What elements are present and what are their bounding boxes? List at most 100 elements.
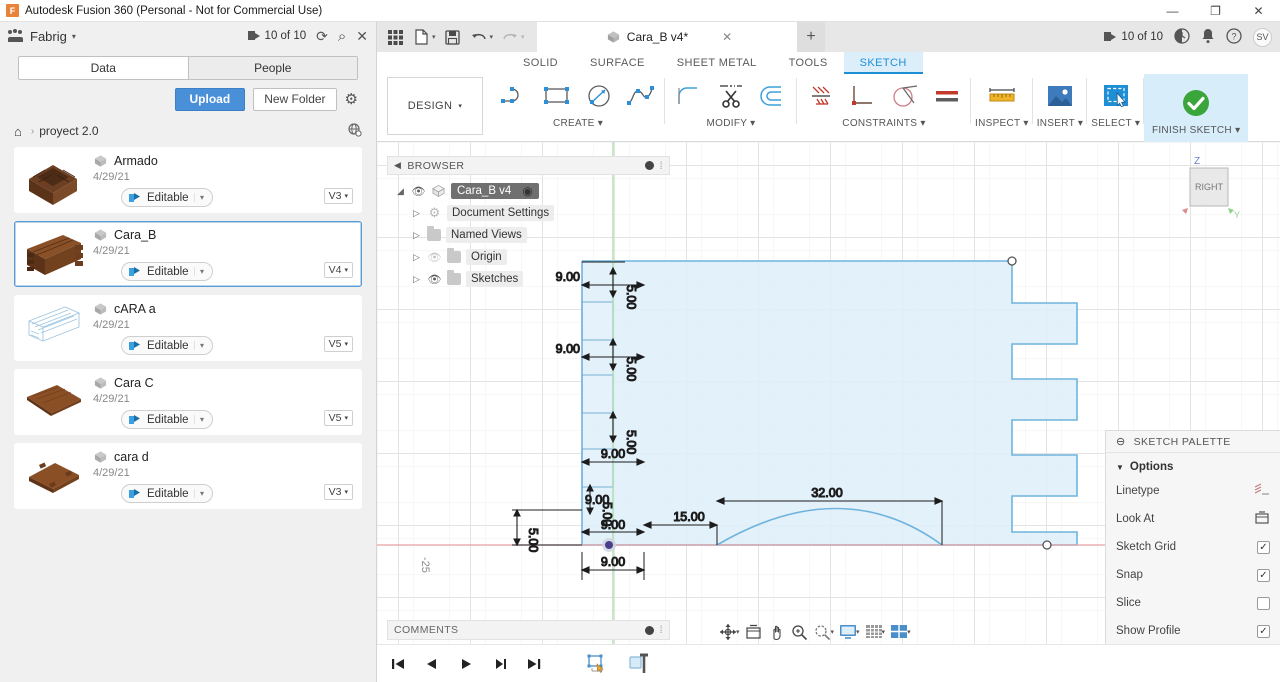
ribbon-group-label[interactable]: INSPECT ▾ (975, 118, 1029, 129)
avatar[interactable]: SV (1253, 27, 1272, 47)
workspace-selector[interactable]: DESIGN ▾ (387, 77, 483, 135)
rectangle-icon[interactable] (537, 76, 577, 116)
close-panel-icon[interactable]: ✕ (356, 29, 368, 43)
palette-row-snap[interactable]: Snap ✓ (1106, 561, 1280, 589)
list-item[interactable]: Cara C 4/29/21 Editable ▾ V5 ▾ (14, 369, 362, 435)
show-profile-checkbox[interactable]: ✓ (1257, 624, 1270, 638)
ribbon-group-label[interactable]: FINISH SKETCH ▾ (1152, 125, 1240, 136)
chevron-down-icon[interactable]: ▾ (432, 33, 436, 41)
circle-icon[interactable] (579, 76, 619, 116)
refresh-icon[interactable]: ⟳ (316, 29, 328, 43)
chevron-down-icon[interactable]: ▾ (521, 33, 525, 41)
tree-row-sketches[interactable]: ▷ 👁 Sketches (387, 268, 670, 290)
view-cube[interactable]: Z RIGHT Y (1172, 152, 1242, 222)
visibility-eye-icon[interactable]: 👁 (427, 251, 442, 264)
globe-icon[interactable] (348, 122, 362, 140)
equal-icon[interactable] (927, 76, 967, 116)
tab-people[interactable]: People (187, 57, 357, 79)
chevron-down-icon[interactable]: ▾ (72, 32, 76, 41)
chevron-down-icon[interactable]: ▾ (882, 628, 886, 636)
trim-icon[interactable] (711, 76, 751, 116)
insert-image-icon[interactable] (1040, 76, 1080, 116)
visibility-eye-icon[interactable]: 👁 (411, 185, 426, 198)
tree-row-document-settings[interactable]: ▷ ⚙ Document Settings (387, 202, 670, 224)
minimize-button[interactable]: — (1151, 0, 1194, 22)
home-icon[interactable]: ⌂ (14, 124, 22, 139)
chevron-down-icon[interactable]: ▾ (193, 341, 210, 350)
list-item[interactable]: Cara_B 4/29/21 Editable ▾ V4 ▾ (14, 221, 362, 287)
comments-add-icon[interactable] (644, 625, 654, 635)
version-badge[interactable]: V3 ▾ (323, 484, 353, 500)
help-icon[interactable]: ? (1226, 27, 1242, 47)
ribbon-group-finish-sketch[interactable]: FINISH SKETCH ▾ (1144, 74, 1249, 142)
close-button[interactable]: ✕ (1237, 0, 1280, 22)
offset-icon[interactable] (753, 76, 793, 116)
expand-triangle-icon[interactable]: ▷ (411, 274, 422, 285)
sketch-palette-section[interactable]: ▼ Options (1106, 453, 1280, 477)
browser-grip-icon[interactable]: ⁞ (660, 160, 663, 172)
gear-icon[interactable]: ⚙ (345, 90, 358, 108)
chevron-down-icon[interactable]: ▾ (193, 193, 210, 202)
visibility-eye-icon[interactable]: 👁 (427, 273, 442, 286)
permission-dropdown[interactable]: Editable ▾ (121, 484, 213, 503)
select-window-icon[interactable] (1096, 76, 1136, 116)
new-folder-button[interactable]: New Folder (253, 87, 337, 111)
permission-dropdown[interactable]: Editable ▾ (121, 410, 213, 429)
ribbon-group-label[interactable]: INSERT ▾ (1037, 118, 1084, 129)
pan-icon[interactable] (766, 620, 788, 644)
clock-icon[interactable] (1174, 27, 1190, 47)
expand-triangle-icon[interactable]: ◢ (395, 186, 406, 197)
redo-icon[interactable] (498, 25, 522, 49)
tab-tools[interactable]: TOOLS (773, 52, 844, 74)
palette-row-show-profile[interactable]: Show Profile ✓ (1106, 617, 1280, 645)
chevron-down-icon[interactable]: ▾ (193, 489, 210, 498)
bell-icon[interactable] (1201, 28, 1215, 47)
tab-sketch[interactable]: SKETCH (843, 52, 923, 74)
chevron-down-icon[interactable]: ▾ (193, 267, 210, 276)
chevron-down-icon[interactable]: ▾ (490, 33, 494, 41)
tab-data[interactable]: Data (19, 57, 188, 79)
permission-dropdown[interactable]: Editable ▾ (121, 188, 213, 207)
collapse-dot-icon[interactable]: ⊖ (1116, 435, 1126, 448)
perpendicular-icon[interactable] (843, 76, 883, 116)
upload-button[interactable]: Upload (174, 87, 246, 111)
fix-constraint-icon[interactable] (801, 76, 841, 116)
tree-row-component[interactable]: ◢ 👁 Cara_B v4 ◉ (387, 180, 670, 202)
version-badge[interactable]: V4 ▾ (323, 262, 353, 278)
zoom-icon[interactable] (789, 620, 811, 644)
undo-icon[interactable] (467, 25, 491, 49)
go-to-end-icon[interactable] (523, 652, 545, 676)
document-tab[interactable]: Cara_B v4* ✕ (537, 22, 797, 52)
ribbon-group-label[interactable]: CREATE ▾ (553, 118, 603, 129)
slice-checkbox[interactable] (1257, 596, 1270, 610)
permission-dropdown[interactable]: Editable ▾ (121, 336, 213, 355)
comments-panel[interactable]: COMMENTS ⁞ (387, 620, 670, 640)
palette-row-look-at[interactable]: Look At (1106, 505, 1280, 533)
chevron-down-icon[interactable]: ▾ (831, 628, 835, 636)
activate-radio-icon[interactable]: ◉ (522, 184, 532, 198)
line-icon[interactable] (495, 76, 535, 116)
job-status[interactable]: 10 of 10 (1103, 31, 1163, 43)
spline-icon[interactable] (621, 76, 661, 116)
new-document-tab-button[interactable]: + (797, 22, 825, 52)
tab-solid[interactable]: SOLID (507, 52, 574, 74)
collapse-arrow-icon[interactable]: ◀ (394, 160, 401, 171)
step-back-icon[interactable] (421, 652, 443, 676)
job-status[interactable]: 10 of 10 (247, 30, 306, 42)
expand-triangle-icon[interactable]: ▷ (411, 208, 422, 219)
hub-name[interactable]: Fabrig (30, 29, 67, 44)
list-item[interactable]: cARA a 4/29/21 Editable ▾ V5 ▾ (14, 295, 362, 361)
version-badge[interactable]: V5 ▾ (323, 410, 353, 426)
expand-triangle-icon[interactable]: ▷ (411, 252, 422, 263)
step-forward-icon[interactable] (489, 652, 511, 676)
browser-dot-icon[interactable] (644, 161, 654, 170)
chevron-down-icon[interactable]: ▾ (193, 415, 210, 424)
chevron-down-icon[interactable]: ▾ (907, 628, 911, 636)
sketch-feature-icon[interactable] (583, 652, 611, 676)
sketch-grid-checkbox[interactable]: ✓ (1257, 540, 1270, 554)
new-file-icon[interactable] (409, 25, 433, 49)
tree-row-named-views[interactable]: ▷ Named Views (387, 224, 670, 246)
close-tab-icon[interactable]: ✕ (722, 30, 732, 44)
list-item[interactable]: cara d 4/29/21 Editable ▾ V3 ▾ (14, 443, 362, 509)
tangent-icon[interactable] (885, 76, 925, 116)
